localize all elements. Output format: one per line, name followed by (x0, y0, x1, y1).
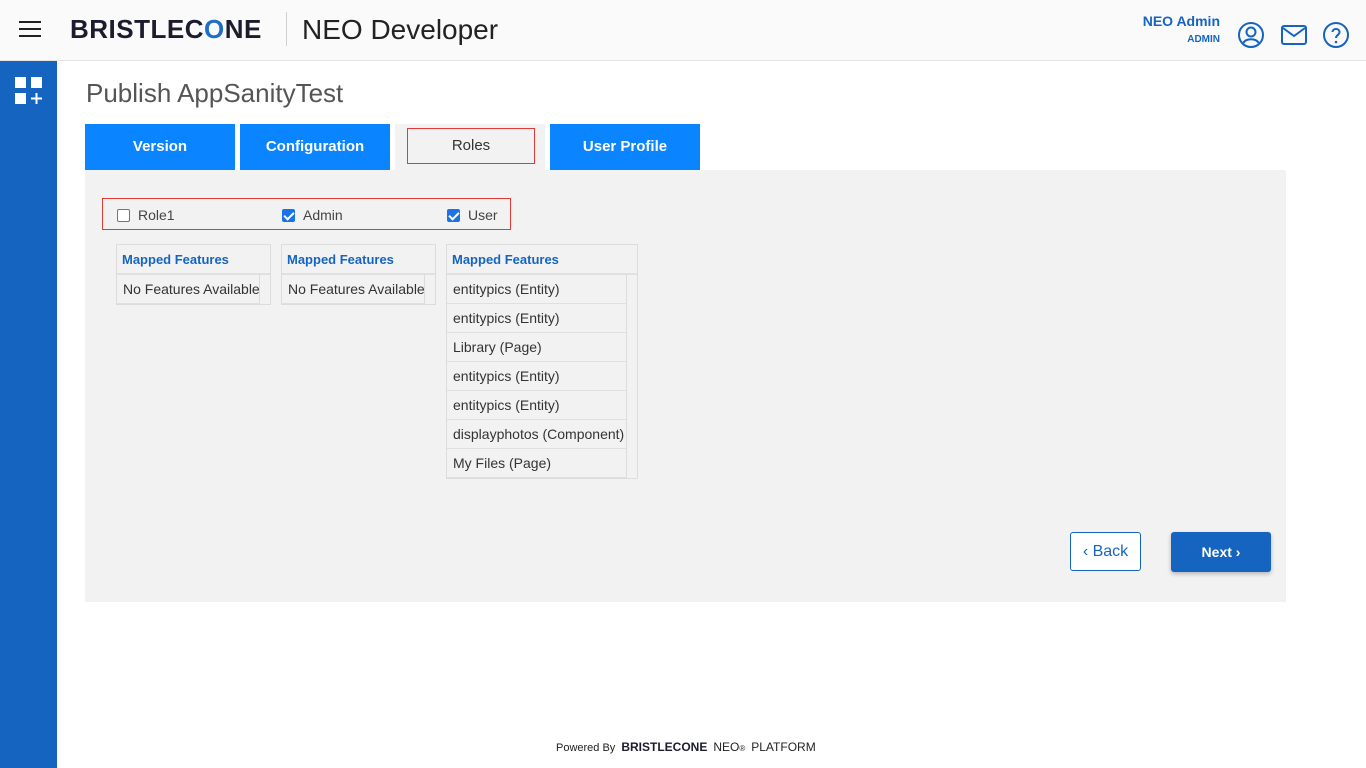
bristlecone-logo: BRISTLECONE (70, 14, 262, 44)
role-checkbox-admin[interactable]: Admin (282, 207, 343, 223)
footer-brand-logo: BRISTLECONE (621, 740, 708, 754)
table-row: entitypics (Entity) (447, 362, 627, 391)
header-divider (286, 12, 287, 46)
roles-panel: Role1 Admin User Mapped Features No Feat… (85, 170, 1286, 602)
tab-roles[interactable]: Roles (395, 124, 545, 170)
role-label: User (468, 207, 498, 223)
powered-by-text: Powered By (556, 742, 616, 754)
table-row: No Features Available (282, 275, 425, 304)
mapped-features-table-role1: Mapped Features No Features Available (116, 244, 271, 305)
tab-user-profile[interactable]: User Profile (550, 124, 700, 170)
top-header: BRISTLECONE NEO Developer NEO Admin ADMI… (0, 0, 1366, 61)
table-header: Mapped Features (282, 245, 435, 275)
table-row: entitypics (Entity) (447, 391, 627, 420)
checkbox-checked[interactable] (447, 208, 460, 222)
tab-configuration[interactable]: Configuration (240, 124, 390, 170)
app-title: NEO Developer (302, 14, 499, 45)
back-button[interactable]: ‹ Back (1070, 532, 1141, 571)
user-role: ADMIN (1187, 34, 1220, 45)
left-sidebar (0, 61, 57, 768)
role-label: Role1 (138, 207, 175, 223)
table-row: No Features Available (117, 275, 260, 304)
role-label: Admin (303, 207, 343, 223)
footer-neo-text: NEO (713, 740, 740, 754)
add-app-grid-icon[interactable] (13, 75, 45, 107)
help-icon[interactable] (1322, 21, 1350, 49)
table-row: entitypics (Entity) (447, 304, 627, 333)
table-row: entitypics (Entity) (447, 275, 627, 304)
user-circle-icon[interactable] (1237, 21, 1265, 49)
checkbox-checked[interactable] (282, 208, 295, 222)
table-row: Library (Page) (447, 333, 627, 362)
checkbox-unchecked[interactable] (117, 208, 130, 222)
user-name: NEO Admin (1142, 13, 1220, 29)
footer-platform-text: PLATFORM (751, 740, 816, 754)
hamburger-menu-icon[interactable] (19, 21, 41, 37)
tab-roles-label: Roles (407, 128, 535, 164)
registered-mark: ® (739, 744, 746, 753)
tab-version[interactable]: Version (85, 124, 235, 170)
role-checkbox-role1[interactable]: Role1 (117, 207, 175, 223)
mail-icon[interactable] (1280, 21, 1308, 49)
role-checkbox-user[interactable]: User (447, 207, 498, 223)
table-row: My Files (Page) (447, 449, 627, 478)
page-title: Publish AppSanityTest (86, 78, 344, 108)
table-header: Mapped Features (117, 245, 270, 275)
mapped-features-table-user: Mapped Features entitypics (Entity) enti… (446, 244, 638, 479)
roles-selection-box: Role1 Admin User (102, 198, 511, 230)
user-info[interactable]: NEO Admin ADMIN (1143, 13, 1220, 45)
table-row: displayphotos (Component) (447, 420, 627, 449)
footer: Powered By BRISTLECONE NEO ® PLATFORM (556, 740, 816, 754)
table-header: Mapped Features (447, 245, 637, 275)
next-button[interactable]: Next › (1171, 532, 1271, 572)
mapped-features-table-admin: Mapped Features No Features Available (281, 244, 436, 305)
